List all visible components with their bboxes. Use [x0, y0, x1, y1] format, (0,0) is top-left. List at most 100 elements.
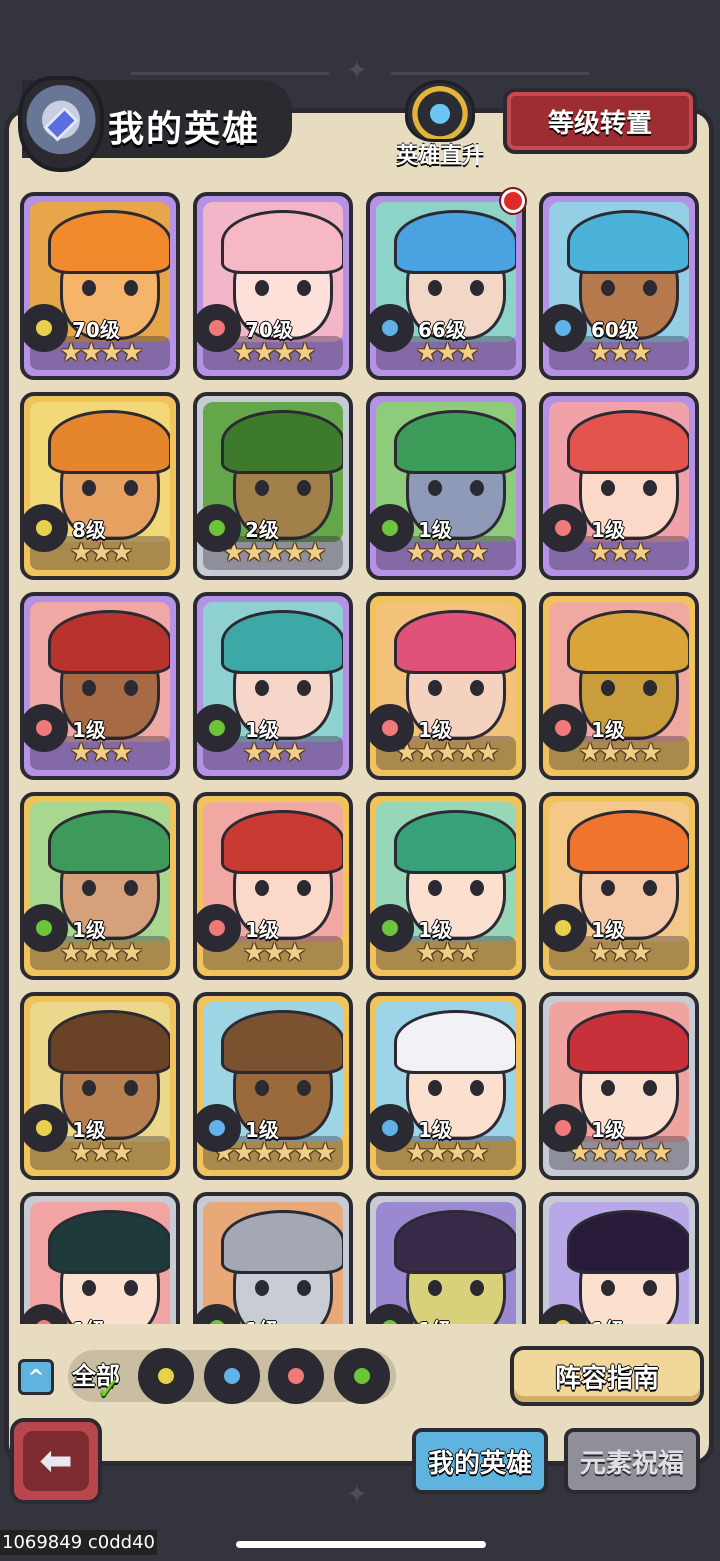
- hero-eye: [470, 1280, 484, 1296]
- helmet-icon: [18, 76, 104, 172]
- hero-level: 1级: [418, 1314, 452, 1324]
- fire-element-icon: [543, 504, 587, 552]
- hero-card[interactable]: 1级: [20, 1192, 180, 1324]
- hero-eye: [428, 480, 442, 496]
- tab-my-heroes[interactable]: 我的英雄: [412, 1428, 548, 1494]
- hero-level: 1级: [245, 718, 279, 742]
- hero-hair: [221, 610, 343, 674]
- hero-eye: [297, 680, 311, 696]
- hero-level: 66级: [418, 318, 466, 342]
- hero-eye: [82, 480, 96, 496]
- lineup-guide-button[interactable]: 阵容指南: [510, 1346, 704, 1406]
- hero-level: 1级: [72, 1118, 106, 1142]
- hero-eye: [643, 280, 657, 296]
- hero-hair: [567, 1210, 689, 1274]
- hero-card[interactable]: ★★★★★★ 1级: [193, 992, 353, 1180]
- hero-eye: [601, 480, 615, 496]
- hero-level: 1级: [72, 718, 106, 742]
- hero-level: 1级: [591, 918, 625, 942]
- hero-eye: [124, 880, 138, 896]
- hero-eye: [470, 680, 484, 696]
- hero-card[interactable]: ★★★★★ 2级: [193, 392, 353, 580]
- hero-eye: [255, 1280, 269, 1296]
- hero-card[interactable]: 1级: [366, 1192, 526, 1324]
- hero-card[interactable]: ★★★★★ 1级: [539, 992, 699, 1180]
- hero-eye: [601, 1080, 615, 1096]
- hero-eye: [428, 1080, 442, 1096]
- hero-eye: [643, 1080, 657, 1096]
- hero-card[interactable]: ★★★★ 70级: [193, 192, 353, 380]
- hero-eye: [255, 1080, 269, 1096]
- hero-eye: [428, 280, 442, 296]
- hero-card[interactable]: ★★★★ 1级: [20, 792, 180, 980]
- collapse-filter-button[interactable]: ^: [18, 1359, 54, 1395]
- notification-dot: [501, 189, 525, 213]
- fire-element-icon: [24, 704, 68, 752]
- hero-hair: [221, 410, 343, 474]
- build-id: 1069849 c0dd40: [0, 1530, 157, 1555]
- check-icon: ✓: [96, 1372, 122, 1407]
- home-indicator[interactable]: [236, 1541, 486, 1548]
- hero-upgrade-button[interactable]: 英雄直升: [392, 80, 488, 172]
- sparkle-icon: ✦: [346, 56, 368, 86]
- hero-eye: [297, 280, 311, 296]
- earth-element-icon: [24, 504, 68, 552]
- hero-hair: [221, 1010, 343, 1074]
- hero-hair: [394, 1010, 516, 1074]
- hero-eye: [82, 280, 96, 296]
- hero-card[interactable]: ★★★★ 1级: [366, 392, 526, 580]
- hero-eye: [470, 1080, 484, 1096]
- filter-water-button[interactable]: [204, 1348, 260, 1404]
- fire-element-icon: [370, 704, 414, 752]
- hero-hair: [567, 810, 689, 874]
- hero-hair: [567, 410, 689, 474]
- earth-element-icon: [543, 904, 587, 952]
- hero-card[interactable]: ★★★★ 1级: [539, 592, 699, 780]
- hero-card[interactable]: ★★★ 1级: [20, 592, 180, 780]
- hero-hair: [221, 810, 343, 874]
- hero-level: 1级: [245, 1314, 279, 1324]
- hero-card[interactable]: ★★★ 1级: [193, 592, 353, 780]
- hero-card[interactable]: 1级: [539, 1192, 699, 1324]
- earth-element-icon: [24, 304, 68, 352]
- hero-eye: [255, 680, 269, 696]
- hero-eye: [82, 1280, 96, 1296]
- filter-wood-button[interactable]: [334, 1348, 390, 1404]
- level-transfer-button[interactable]: 等级转置: [503, 88, 697, 154]
- hero-eye: [297, 1080, 311, 1096]
- hero-hair: [567, 210, 689, 274]
- hero-level: 2级: [245, 518, 279, 542]
- back-button[interactable]: ⬅: [10, 1418, 102, 1504]
- hero-hair: [394, 410, 516, 474]
- hero-eye: [643, 880, 657, 896]
- hero-card[interactable]: ★★★ 60级: [539, 192, 699, 380]
- hero-hair: [394, 810, 516, 874]
- filter-earth-button[interactable]: [138, 1348, 194, 1404]
- hero-card[interactable]: ★★★ 1级: [366, 792, 526, 980]
- hero-card[interactable]: ★★★ 1级: [193, 792, 353, 980]
- sparkle-icon: ✦: [346, 1480, 368, 1510]
- hero-eye: [82, 680, 96, 696]
- hero-card[interactable]: 1级: [193, 1192, 353, 1324]
- hero-card[interactable]: ★★★ 1级: [539, 392, 699, 580]
- fire-element-icon: [197, 904, 241, 952]
- tab-element-blessing[interactable]: 元素祝福: [564, 1428, 700, 1494]
- hero-card[interactable]: ★★★★ 70级: [20, 192, 180, 380]
- hero-eye: [297, 1280, 311, 1296]
- hero-card[interactable]: ★★★ 1级: [20, 992, 180, 1180]
- hero-card[interactable]: ★★★ 66级: [366, 192, 526, 380]
- hero-card[interactable]: ★★★ 1级: [539, 792, 699, 980]
- hero-eye: [255, 280, 269, 296]
- hero-card[interactable]: ★★★★★ 1级: [366, 592, 526, 780]
- hero-eye: [428, 680, 442, 696]
- hero-hair: [567, 610, 689, 674]
- hero-card[interactable]: ★★★★ 1级: [366, 992, 526, 1180]
- hero-level: 1级: [418, 518, 452, 542]
- hero-eye: [470, 480, 484, 496]
- hero-hair: [48, 410, 170, 474]
- hero-eye: [643, 680, 657, 696]
- hero-card[interactable]: ★★★ 8级: [20, 392, 180, 580]
- hero-eye: [124, 680, 138, 696]
- filter-fire-button[interactable]: [268, 1348, 324, 1404]
- wood-element-icon: [197, 704, 241, 752]
